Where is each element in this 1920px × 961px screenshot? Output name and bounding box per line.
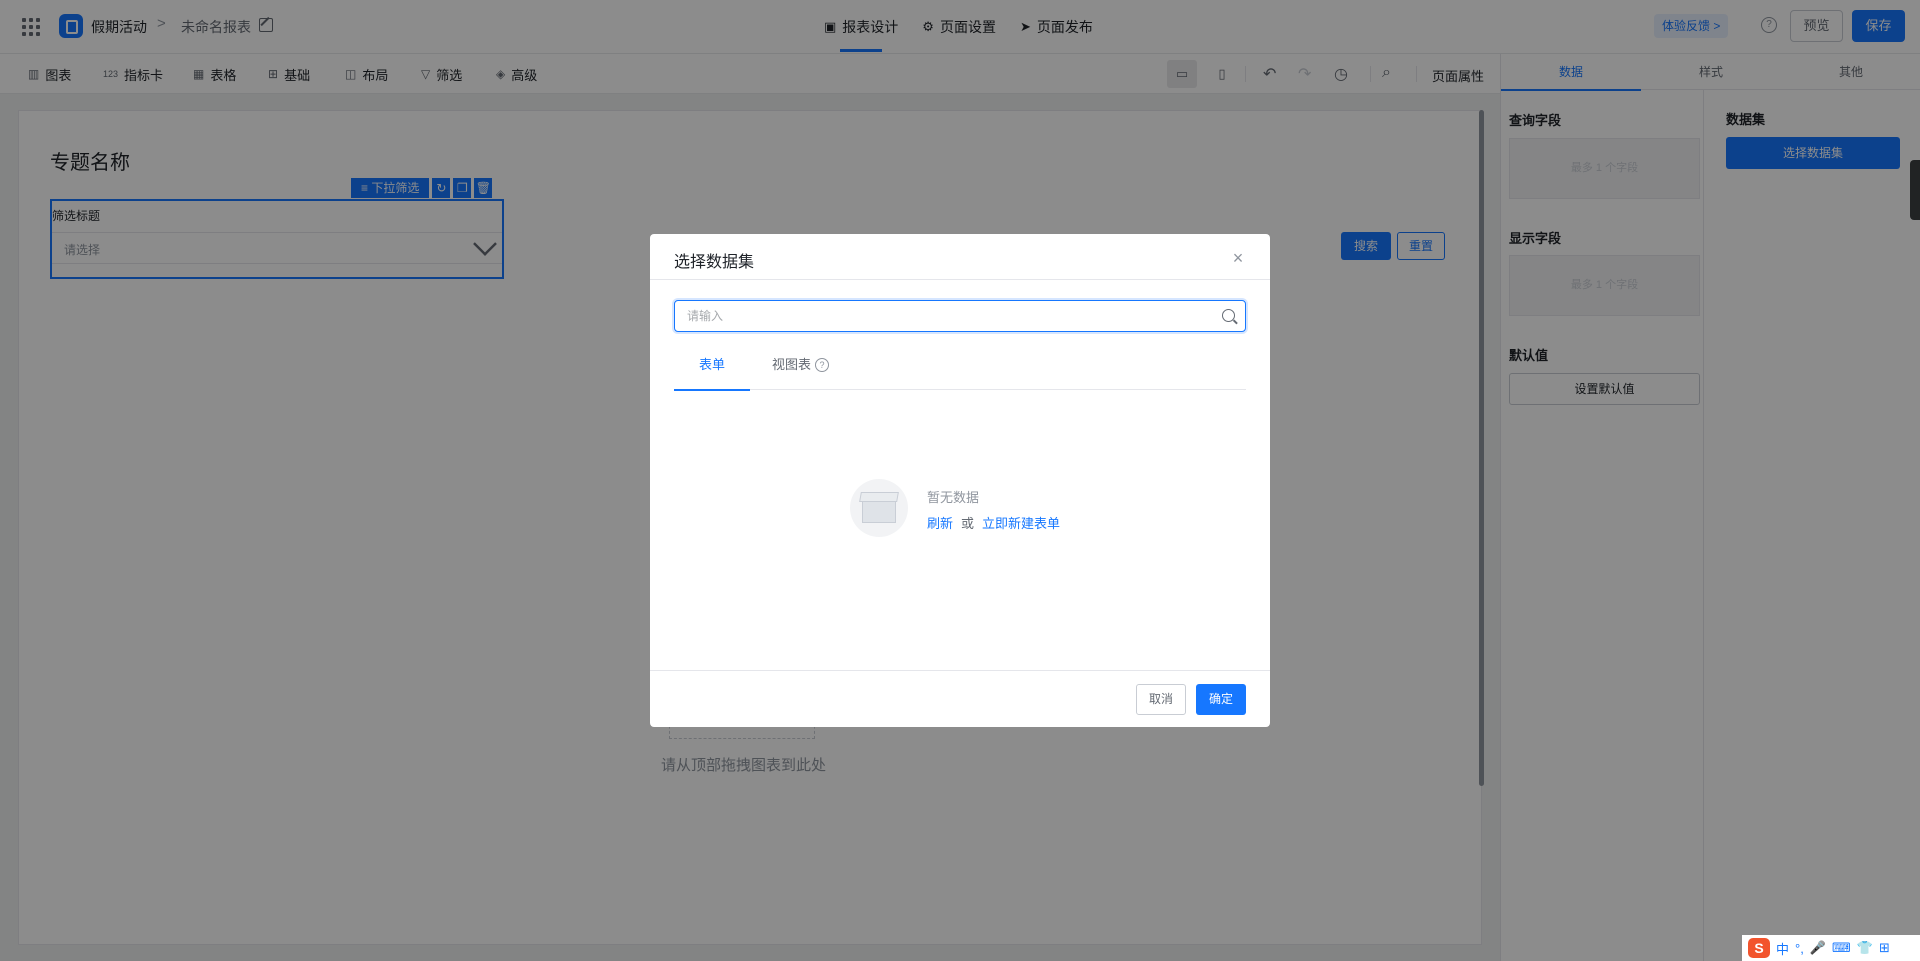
- microphone-icon[interactable]: 🎤: [1810, 940, 1826, 956]
- empty-actions: 刷新或立即新建表单: [927, 513, 1060, 532]
- ime-logo-icon[interactable]: S: [1748, 938, 1770, 958]
- search-icon[interactable]: [1222, 309, 1235, 322]
- skin-icon[interactable]: 👕: [1857, 940, 1873, 956]
- ime-chinese-mode[interactable]: 中: [1776, 939, 1789, 958]
- modal-title: 选择数据集: [674, 254, 755, 271]
- tab-form[interactable]: 表单: [674, 350, 750, 391]
- ime-punctuation-icon[interactable]: °,: [1795, 941, 1804, 956]
- empty-text: 暂无数据: [927, 490, 980, 505]
- or-text: 或: [961, 516, 975, 531]
- close-icon[interactable]: ×: [1228, 248, 1248, 268]
- cancel-button[interactable]: 取消: [1136, 684, 1186, 715]
- select-dataset-modal: 选择数据集 × 表单 视图表 ? 暂无数据 刷新或立即新建表单 取消 确定: [650, 234, 1270, 727]
- empty-box-icon: [850, 479, 908, 537]
- keyboard-icon[interactable]: ⌨: [1832, 940, 1851, 956]
- tab-view-table[interactable]: 视图表 ?: [772, 350, 830, 390]
- create-form-link[interactable]: 立即新建表单: [982, 516, 1060, 531]
- question-icon[interactable]: ?: [815, 358, 830, 372]
- tab-view-table-label: 视图表: [772, 357, 812, 372]
- dataset-type-tabs: 表单 视图表 ?: [674, 350, 1246, 391]
- confirm-button[interactable]: 确定: [1196, 684, 1246, 715]
- modal-footer-divider: [650, 670, 1270, 671]
- apps-icon[interactable]: ⊞: [1879, 940, 1890, 956]
- refresh-link[interactable]: 刷新: [927, 516, 953, 531]
- dataset-search-input[interactable]: [674, 300, 1246, 332]
- ime-toolbar: S 中 °, 🎤 ⌨ 👕 ⊞: [1742, 935, 1920, 961]
- modal-header-divider: [650, 279, 1270, 280]
